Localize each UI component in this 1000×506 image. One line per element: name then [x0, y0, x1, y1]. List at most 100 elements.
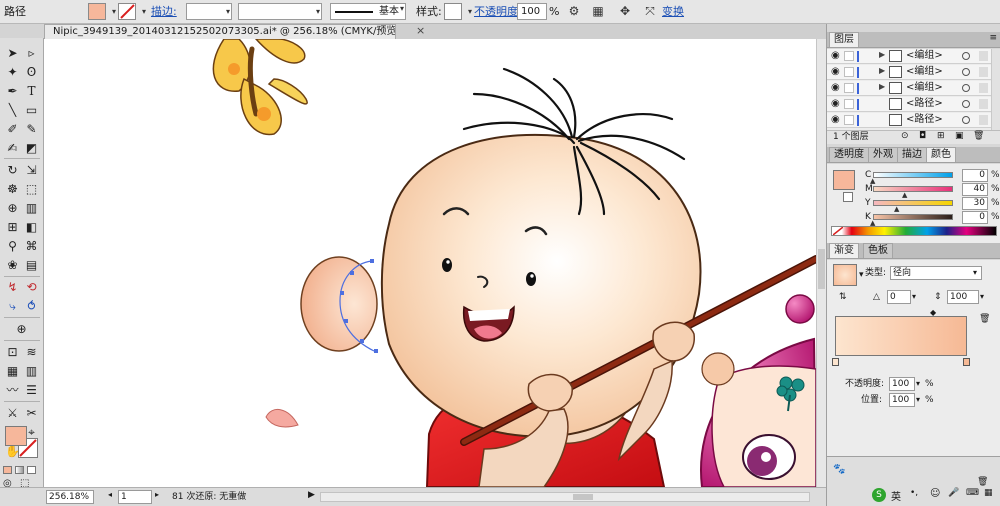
microphone-icon[interactable]: 🎤 — [948, 488, 959, 498]
target-circle-icon[interactable] — [962, 116, 970, 124]
channel-value-field[interactable]: 0 — [962, 169, 988, 182]
scale-tool-icon[interactable]: ⇲ — [22, 161, 41, 179]
recolor-artwork-icon[interactable]: ⚙ — [566, 3, 582, 20]
keyboard-icon[interactable]: ⌨ — [966, 488, 979, 498]
lock-toggle[interactable] — [844, 51, 854, 61]
clipping-mask-icon[interactable]: ◘ — [919, 131, 926, 141]
paintbrush-tool-icon[interactable]: ✐ — [3, 120, 22, 138]
free-transform-tool-icon[interactable]: ⬚ — [22, 180, 41, 198]
knife-tool-icon[interactable]: ⚔ — [3, 404, 22, 422]
target-circle-icon[interactable] — [962, 100, 970, 108]
delete-layer-icon[interactable]: 🗑 — [973, 131, 984, 141]
visibility-eye-icon[interactable]: ◉ — [831, 50, 840, 61]
visibility-eye-icon[interactable]: ◉ — [831, 114, 840, 125]
emoji-icon[interactable]: ☺ — [930, 488, 940, 499]
gradient-stop-left[interactable] — [832, 358, 839, 366]
layers-tab[interactable]: 图层 — [829, 32, 859, 47]
symbol-sprayer-tool-icon[interactable]: ❀ — [3, 256, 22, 274]
list-icon[interactable]: ☰ — [22, 381, 41, 399]
layer-row[interactable]: ◉ ▶ <编组> — [827, 65, 991, 80]
channel-value-field[interactable]: 0 — [962, 211, 988, 224]
punctuation-icon[interactable]: •, — [910, 488, 918, 498]
pencil-tool-icon[interactable]: ✎ — [22, 120, 41, 138]
selection-indicator[interactable] — [979, 67, 988, 77]
scissors-tool-icon[interactable]: ✂ — [22, 404, 41, 422]
target-circle-icon[interactable] — [962, 68, 970, 76]
warp-tool-icon[interactable]: ☸ — [3, 180, 22, 198]
canvas-vertical-scrollbar[interactable] — [816, 39, 826, 487]
target-circle-icon[interactable] — [962, 84, 970, 92]
layer-row[interactable]: ◉ <路径> — [827, 113, 991, 128]
stroke-color-box[interactable] — [843, 192, 853, 202]
tab-transparency[interactable]: 透明度 — [829, 147, 869, 162]
stroke-dropdown-icon[interactable]: ▾ — [136, 3, 152, 20]
tab-swatches[interactable]: 色板 — [863, 243, 893, 258]
path-cut-icon[interactable]: ⥀ — [22, 297, 41, 315]
eraser-tool-icon[interactable]: ◩ — [22, 139, 41, 157]
ime-language-label[interactable]: 英 — [891, 488, 901, 503]
canvas-horizontal-scrollbar[interactable] — [320, 492, 810, 502]
sogou-ime-icon[interactable]: S — [872, 488, 886, 502]
brush-definition-field[interactable]: 基本 ▾ — [330, 3, 406, 20]
zoom-field[interactable]: 256.18% — [46, 490, 94, 504]
blend-tool-icon[interactable]: ⌘ — [22, 237, 41, 255]
stroke-weight-field[interactable]: ▾ — [186, 3, 232, 20]
new-sublayer-icon[interactable]: ⊞ — [937, 131, 945, 141]
variable-width-field[interactable]: ▾ — [238, 3, 322, 20]
visibility-eye-icon[interactable]: ◉ — [831, 82, 840, 93]
curvature-icon[interactable]: ↯ — [3, 278, 22, 296]
rotate-tool-icon[interactable]: ↻ — [3, 161, 22, 179]
crosshair-icon[interactable]: ⊕ — [12, 320, 31, 338]
reverse-gradient-icon[interactable]: ⇅ — [839, 290, 847, 304]
status-menu-icon[interactable]: ▶ — [308, 490, 315, 504]
pen-tool-icon[interactable]: ✒ — [3, 82, 22, 100]
selection-indicator[interactable] — [979, 51, 988, 61]
align-icon[interactable]: ▦ — [590, 3, 606, 20]
stop-opacity-dropdown-icon[interactable]: ▾ — [916, 377, 920, 391]
gradient-swatch[interactable] — [833, 264, 857, 286]
magic-wand-tool-icon[interactable]: ✦ — [3, 63, 22, 81]
tab-stroke[interactable]: 描边 — [897, 147, 927, 162]
transform-label[interactable]: 变换 — [662, 3, 684, 20]
layer-row[interactable]: ◉ ▶ <编组> — [827, 81, 991, 96]
angle-dropdown-icon[interactable]: ▾ — [912, 290, 916, 304]
color-spectrum-ramp[interactable] — [831, 226, 997, 236]
gradient-mode-icon[interactable] — [15, 466, 24, 474]
color-mode-icon[interactable] — [3, 466, 12, 474]
locate-object-icon[interactable]: ⊙ — [901, 131, 909, 141]
tab-color[interactable]: 颜色 — [926, 147, 956, 162]
horizontal-scroll-thumb[interactable] — [573, 494, 593, 500]
selection-indicator[interactable] — [979, 99, 988, 109]
artboard-canvas[interactable] — [44, 39, 816, 487]
grid-icon[interactable]: ▦ — [3, 362, 22, 380]
shape-builder-tool-icon[interactable]: ⊕ — [3, 199, 22, 217]
toolbox-icon[interactable]: ▦ — [984, 488, 993, 498]
stroke-swatch[interactable] — [118, 3, 136, 20]
slider-knob-icon[interactable]: ▲ — [894, 205, 899, 213]
prev-artboard-icon[interactable]: ◂ — [108, 490, 112, 504]
channel-ramp[interactable] — [873, 214, 953, 220]
channel-ramp[interactable] — [873, 172, 953, 178]
blob-brush-tool-icon[interactable]: ✍ — [3, 139, 22, 157]
tab-gradient[interactable]: 渐变 — [829, 243, 859, 258]
lock-toggle[interactable] — [844, 115, 854, 125]
line-tool-icon[interactable]: ╲ — [3, 101, 22, 119]
mesh-tool-icon[interactable]: ⊞ — [3, 218, 22, 236]
opacity-field[interactable]: 100 — [517, 3, 547, 20]
stop-location-dropdown-icon[interactable]: ▾ — [916, 393, 920, 407]
layer-row[interactable]: ◉ <路径> — [827, 97, 991, 112]
transform-icon[interactable]: ⤧ — [642, 3, 658, 20]
slice-tool-icon[interactable]: ≋ — [22, 343, 41, 361]
gradient-swatch-dropdown-icon[interactable]: ▾ — [859, 268, 864, 282]
document-tab[interactable]: Nipic_3949139_20140312152502073305.ai* @… — [44, 24, 396, 39]
angle-field[interactable]: 0 — [887, 290, 911, 304]
gradient-slider-bar[interactable] — [835, 316, 967, 356]
lock-toggle[interactable] — [844, 83, 854, 93]
target-circle-icon[interactable] — [962, 52, 970, 60]
stop-opacity-field[interactable]: 100 — [889, 377, 915, 391]
tab-appearance[interactable]: 外观 — [868, 147, 898, 162]
direct-selection-tool-icon[interactable]: ▹ — [22, 44, 41, 62]
layers-scrollbar[interactable] — [991, 49, 1000, 131]
fill-color-box[interactable] — [833, 170, 855, 190]
layer-row[interactable]: ◉ ▶ <编组> — [827, 49, 991, 64]
